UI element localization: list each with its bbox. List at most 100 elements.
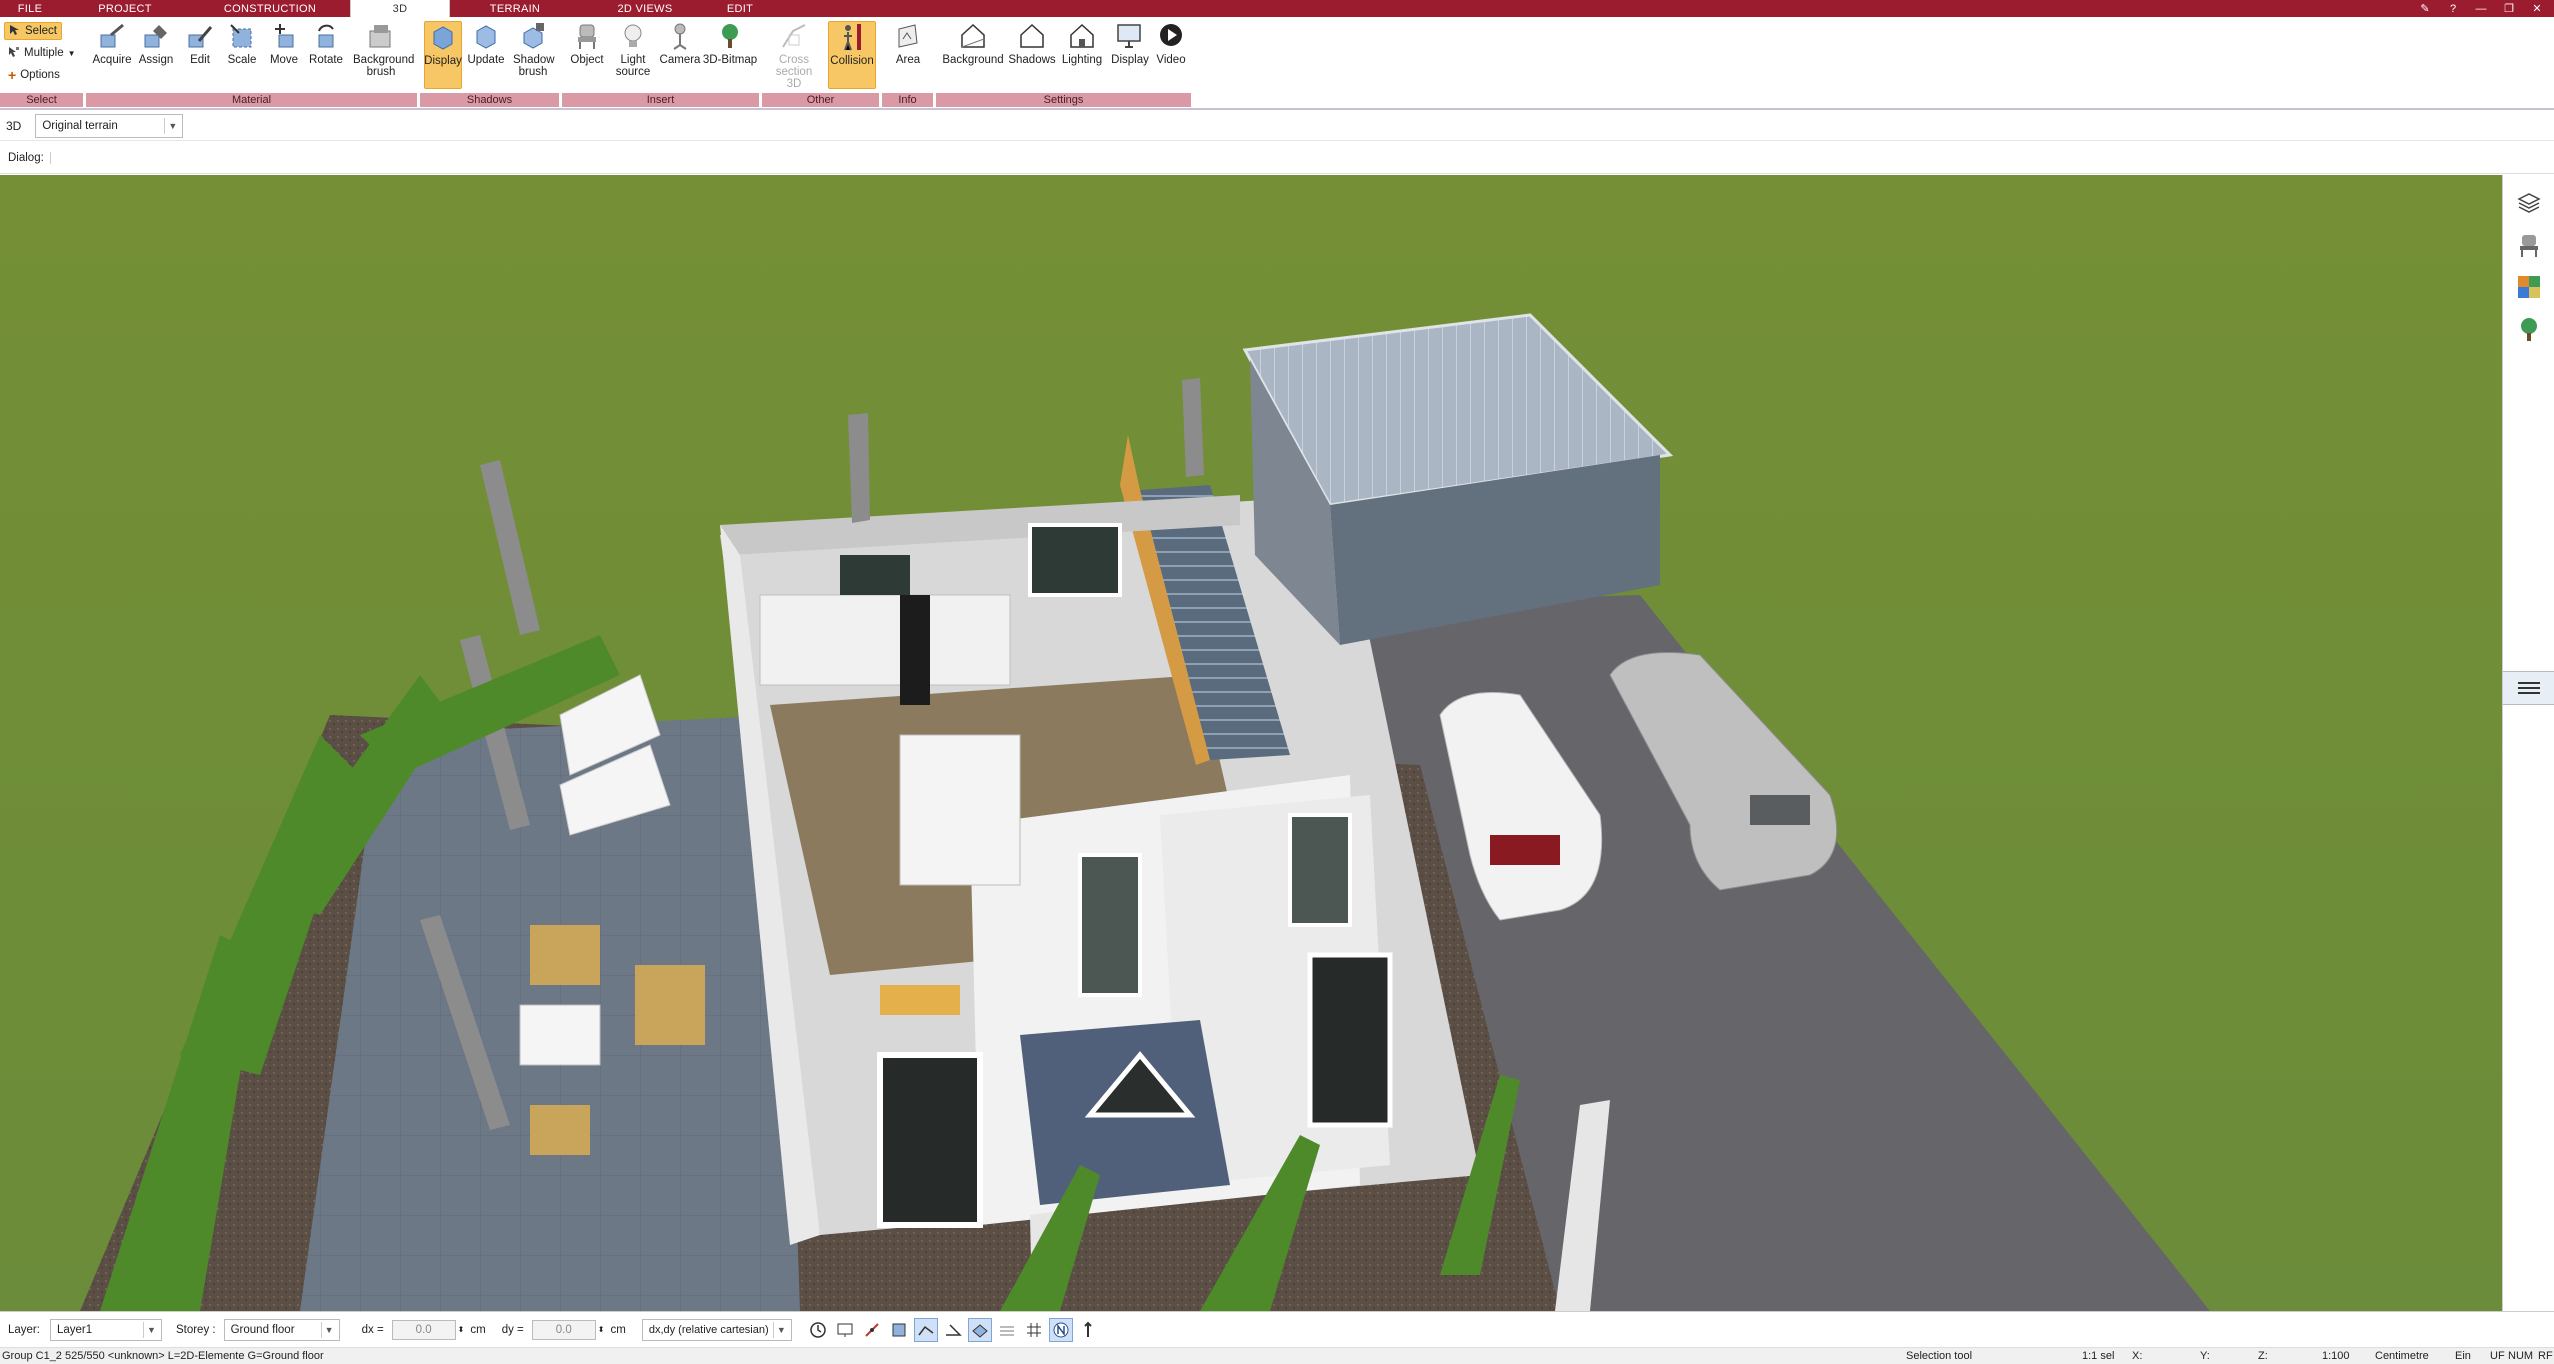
camera-button[interactable]: Camera (658, 21, 702, 89)
snap-points-icon[interactable] (860, 1318, 884, 1342)
edit-material-button[interactable]: Edit (180, 21, 220, 89)
multiple-button[interactable]: Multiple ▼ (4, 44, 80, 62)
garden-table (519, 1004, 601, 1066)
layer-label: Layer: (8, 1323, 40, 1336)
hatch-icon[interactable] (995, 1318, 1019, 1342)
scale-button[interactable]: Scale (222, 21, 262, 89)
tools-icon[interactable]: ✎ (2418, 2, 2432, 15)
status-info: Group C1_2 525/550 <unknown> L=2D-Elemen… (2, 1350, 324, 1362)
ribbon-group-other: Cross section 3D Collision Other (762, 17, 880, 109)
tab-2d-views[interactable]: 2D VIEWS (580, 0, 710, 17)
assign-label: Assign (138, 54, 174, 66)
chevron-down-icon: ▼ (164, 117, 180, 134)
tab-3d[interactable]: 3D (350, 0, 450, 17)
layers-icon[interactable] (2515, 189, 2543, 217)
camera-icon (665, 21, 695, 51)
assign-button[interactable]: Assign (136, 21, 176, 89)
area-button[interactable]: Area (886, 21, 930, 89)
status-mode: Ein (2455, 1350, 2471, 1362)
snap-line-icon[interactable] (913, 1317, 938, 1342)
display-shadows-label: Display (424, 55, 462, 67)
rotate-button[interactable]: Rotate (306, 21, 346, 89)
tab-construction[interactable]: CONSTRUCTION (190, 0, 350, 17)
clock-icon[interactable] (806, 1318, 830, 1342)
close-window-icon[interactable]: ✕ (2530, 2, 2544, 15)
dy-input[interactable]: 0.0 (531, 1319, 596, 1340)
restore-window-icon[interactable]: ❐ (2502, 2, 2516, 15)
lighting-settings-label: Lighting (1061, 54, 1103, 66)
dx-unit: cm (470, 1323, 486, 1336)
3d-viewport[interactable] (0, 175, 2502, 1311)
dx-stepper-icon[interactable]: ⬍ (458, 1325, 465, 1334)
display-shadows-button[interactable]: Display (424, 21, 462, 89)
monitor-icon (1115, 21, 1145, 51)
snap-angle-icon[interactable] (941, 1318, 965, 1342)
3d-scene (0, 175, 2502, 1311)
display-settings-button[interactable]: Display (1108, 21, 1152, 89)
cross-section-3d-button[interactable]: Cross section 3D (766, 21, 822, 90)
minimize-window-icon[interactable]: — (2474, 3, 2488, 15)
group-title-insert: Insert (562, 93, 760, 107)
window-controls: ✎ ? — ❐ ✕ (2418, 0, 2554, 17)
camera-label: Camera (659, 54, 701, 66)
dx-input[interactable]: 0.0 (391, 1319, 456, 1340)
tab-project[interactable]: PROJECT (60, 0, 190, 17)
tab-file[interactable]: FILE (0, 0, 60, 17)
snap-grid-icon[interactable] (887, 1318, 911, 1342)
multi-select-icon (8, 46, 20, 61)
acquire-label: Acquire (92, 54, 132, 66)
group-title-info: Info (882, 93, 934, 107)
help-icon[interactable]: ? (2446, 3, 2460, 15)
storey-label: Storey : (175, 1323, 216, 1336)
options-button[interactable]: + Options (4, 66, 64, 84)
light-source-button[interactable]: Light source (610, 21, 656, 89)
layer-select[interactable]: Layer1 ▼ (49, 1318, 162, 1341)
background-settings-button[interactable]: Background (942, 21, 1004, 89)
north-icon[interactable] (1048, 1317, 1073, 1342)
house-shadows-icon (1017, 21, 1047, 51)
group-title-material: Material (86, 93, 418, 107)
coord-mode-select[interactable]: dx,dy (relative cartesian) ▼ (641, 1318, 792, 1341)
menu-lines-icon[interactable] (2503, 671, 2554, 705)
pencil-icon (185, 21, 215, 51)
storey-select[interactable]: Ground floor ▼ (223, 1318, 340, 1341)
chevron-down-icon: ▼ (67, 48, 76, 58)
grid-icon[interactable] (1022, 1318, 1046, 1342)
status-uf: UF (2490, 1350, 2505, 1362)
vertical-arrow-icon[interactable] (1076, 1318, 1100, 1342)
materials-icon[interactable] (2515, 273, 2543, 301)
chair-catalog-icon[interactable] (2515, 231, 2543, 259)
move-arrows-icon (269, 21, 299, 51)
dy-stepper-icon[interactable]: ⬍ (598, 1325, 605, 1334)
collision-button[interactable]: Collision (828, 21, 876, 89)
select-button[interactable]: Select (4, 22, 62, 40)
background-brush-button[interactable]: Background brush (348, 21, 414, 89)
menu-bar: FILE PROJECT CONSTRUCTION 3D TERRAIN 2D … (0, 0, 2554, 17)
scale-icon (227, 21, 257, 51)
shadow-brush-button[interactable]: Shadow brush (510, 21, 556, 89)
insert-object-button[interactable]: Object (566, 21, 608, 89)
coord-mode-value: dx,dy (relative cartesian) (648, 1323, 769, 1336)
shadows-settings-button[interactable]: Shadows (1008, 21, 1056, 89)
move-button[interactable]: Move (264, 21, 304, 89)
plants-catalog-icon[interactable] (2515, 315, 2543, 343)
edit-material-label: Edit (190, 54, 210, 66)
dialog-bar: Dialog: (0, 142, 2554, 174)
acquire-button[interactable]: Acquire (92, 21, 132, 89)
background-brush-label: Background brush (353, 54, 415, 78)
tab-terrain[interactable]: TERRAIN (450, 0, 580, 17)
terrain-select[interactable]: Original terrain ▼ (35, 113, 184, 138)
lighting-settings-button[interactable]: Lighting (1058, 21, 1106, 89)
snap-plane-icon[interactable] (967, 1317, 992, 1342)
tab-edit[interactable]: EDIT (710, 0, 770, 17)
group-title-shadows: Shadows (420, 93, 560, 107)
screen-icon[interactable] (833, 1318, 857, 1342)
group-title-select: Select (0, 93, 84, 107)
video-button[interactable]: Video (1152, 21, 1190, 89)
update-shadows-button[interactable]: Update (466, 21, 506, 89)
tree-icon (715, 21, 745, 51)
house-lighting-icon (1067, 21, 1097, 51)
3d-bitmap-button[interactable]: 3D-Bitmap (702, 21, 758, 89)
kitchen-island (899, 734, 1021, 886)
status-bar: Group C1_2 525/550 <unknown> L=2D-Elemen… (0, 1347, 2554, 1364)
